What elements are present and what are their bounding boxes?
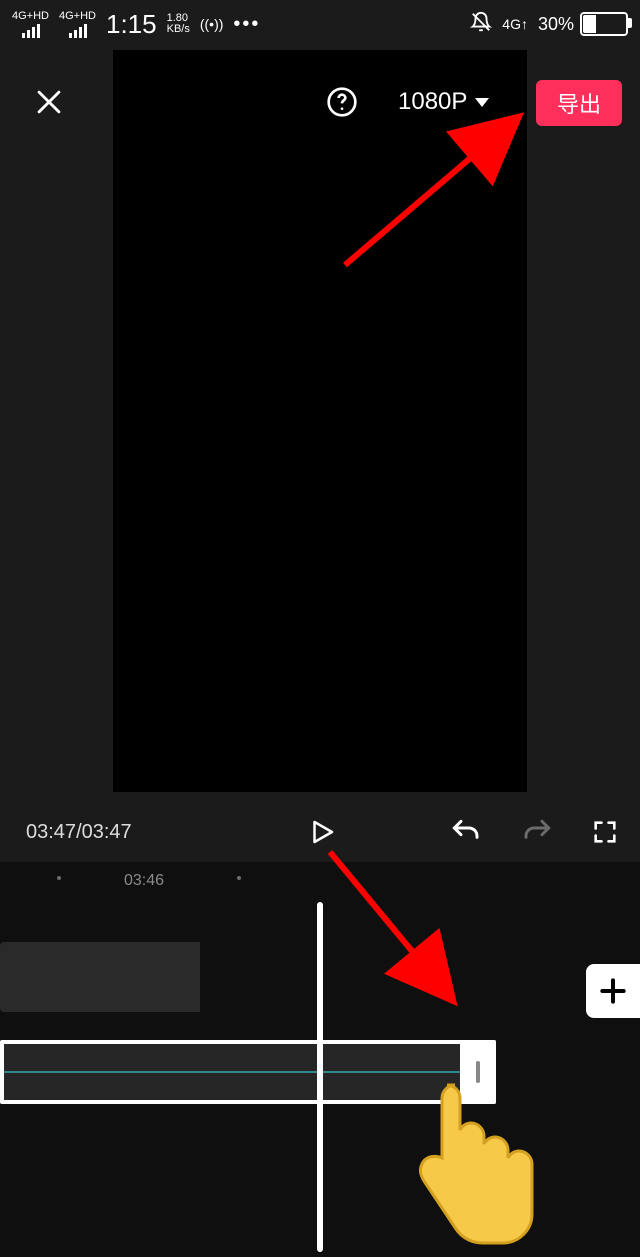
audio-waveform: [4, 1071, 492, 1073]
signal-2: 4G+HD: [59, 11, 96, 38]
help-button[interactable]: [318, 78, 366, 126]
fullscreen-button[interactable]: [585, 812, 625, 852]
video-preview[interactable]: [113, 50, 527, 792]
status-bar: 4G+HD 4G+HD 1:15 1.80 KB/s ((•)) ••• 4G↑…: [0, 0, 640, 48]
time-ruler[interactable]: 03:46: [0, 872, 640, 896]
playhead[interactable]: [317, 902, 323, 1252]
signal-2-label: 4G+HD: [59, 11, 96, 22]
more-icon: •••: [233, 13, 260, 36]
redo-button[interactable]: [518, 812, 558, 852]
alarm-off-icon: [470, 11, 492, 38]
resolution-value: 1080P: [398, 88, 467, 116]
close-button[interactable]: [25, 78, 73, 126]
ruler-tick: [57, 876, 61, 880]
battery-indicator: 30%: [538, 12, 628, 36]
time-display: 03:47/03:47: [26, 821, 132, 844]
net-speed: 1.80 KB/s: [167, 13, 190, 35]
chevron-down-icon: [475, 98, 489, 107]
undo-button[interactable]: [445, 812, 485, 852]
help-icon: [326, 86, 358, 118]
hotspot-icon: ((•)): [200, 16, 224, 32]
signal-1-label: 4G+HD: [12, 11, 49, 22]
battery-percent: 30%: [538, 14, 574, 35]
total-time: 03:47: [82, 821, 132, 843]
current-time: 03:47: [26, 821, 76, 843]
data-label: 4G↑: [502, 16, 528, 32]
status-left: 4G+HD 4G+HD 1:15 1.80 KB/s ((•)) •••: [12, 9, 260, 40]
status-clock: 1:15: [106, 9, 157, 40]
status-right: 4G↑ 30%: [470, 11, 628, 38]
export-button[interactable]: 导出: [536, 80, 622, 126]
export-button-label: 导出: [557, 87, 601, 119]
battery-icon: [580, 12, 628, 36]
add-clip-button[interactable]: [586, 964, 640, 1018]
ruler-label: 03:46: [124, 872, 164, 890]
net-speed-unit: KB/s: [167, 24, 190, 35]
audio-clip[interactable]: [0, 1040, 496, 1104]
clip-trim-handle[interactable]: [460, 1040, 496, 1104]
resolution-dropdown[interactable]: 1080P: [398, 78, 489, 126]
play-icon: [307, 817, 337, 847]
ruler-tick: [237, 876, 241, 880]
plus-icon: [597, 975, 629, 1007]
undo-icon: [449, 816, 481, 848]
redo-icon: [522, 816, 554, 848]
fullscreen-icon: [591, 818, 619, 846]
close-icon: [32, 85, 66, 119]
editor-top-bar: 1080P 导出: [0, 78, 640, 126]
video-clip[interactable]: [0, 942, 200, 1012]
timeline-area[interactable]: 03:46: [0, 862, 640, 1257]
play-button[interactable]: [302, 812, 342, 852]
player-bar: 03:47/03:47: [0, 808, 640, 856]
signal-1: 4G+HD: [12, 11, 49, 38]
